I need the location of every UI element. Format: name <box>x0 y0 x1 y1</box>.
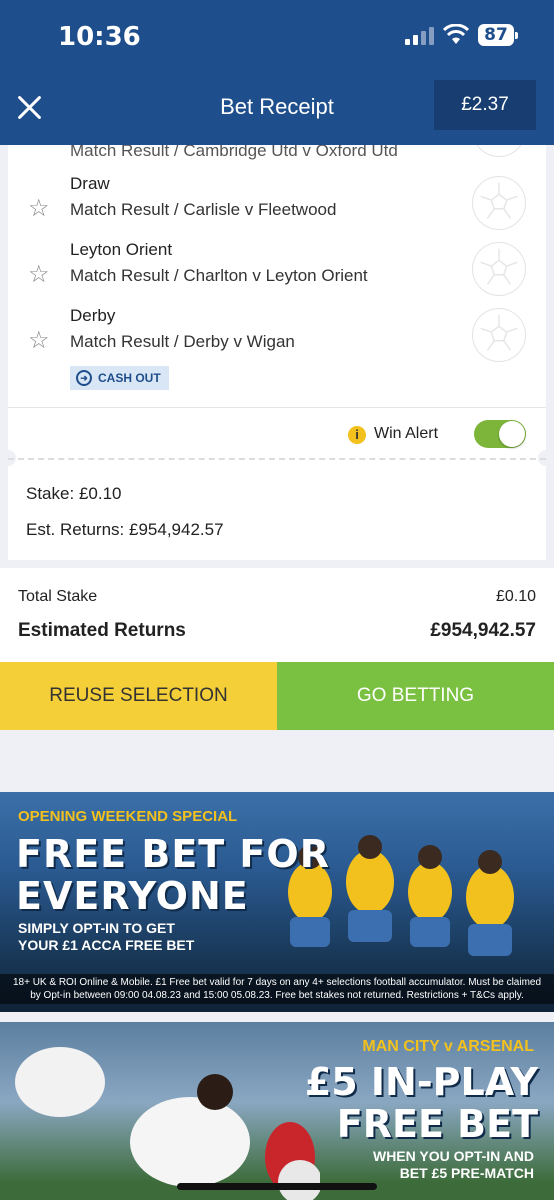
total-stake-value: £0.10 <box>495 588 536 605</box>
promo-banner-free-bet[interactable]: OPENING WEEKEND SPECIAL FREE BET FOR EVE… <box>0 792 554 1012</box>
promo-sub-2: BET £5 PRE-MATCH <box>399 1165 534 1181</box>
promo-headline-2: FREE BET <box>336 1102 538 1146</box>
estimated-returns-label: Estimated Returns <box>18 620 186 641</box>
estimated-returns-value: £954,942.57 <box>430 620 536 641</box>
selection-row: Match Result / Cambridge Utd v Oxford Ut… <box>8 145 546 173</box>
promo-terms: 18+ UK & ROI Online & Mobile. £1 Free be… <box>0 974 554 1004</box>
status-bar: 10:36 87 <box>0 0 554 70</box>
promo-sub-1: WHEN YOU OPT-IN AND <box>372 1148 534 1164</box>
promo-kicker: MAN CITY v ARSENAL <box>362 1038 534 1055</box>
returns-label: Est. Returns: <box>26 520 125 539</box>
go-betting-button[interactable]: GO BETTING <box>277 662 554 730</box>
stake-value: £0.10 <box>78 484 122 503</box>
bet-card: Match Result / Cambridge Utd v Oxford Ut… <box>8 145 546 560</box>
promo-headline-1: £5 IN-PLAY <box>304 1060 538 1104</box>
app-header: 10:36 87 Bet Receipt £2.37 <box>0 0 554 145</box>
info-icon: i <box>348 426 366 444</box>
football-icon <box>472 176 526 230</box>
battery-icon: 87 <box>478 24 518 46</box>
selection-name: Leyton Orient <box>70 240 173 259</box>
football-icon <box>472 145 526 157</box>
cash-out-badge[interactable]: ➜ CASH OUT <box>70 366 169 390</box>
selection-market: Match Result / Charlton v Leyton Orient <box>70 266 368 285</box>
promo-headline-1: FREE BET FOR <box>16 832 330 876</box>
promo-sub-2: YOUR £1 ACCA FREE BET <box>18 937 195 953</box>
reuse-selection-button[interactable]: REUSE SELECTION <box>0 662 277 730</box>
dashed-divider <box>8 458 546 460</box>
cash-out-label: CASH OUT <box>98 371 161 385</box>
win-alert: i Win Alert <box>348 420 526 448</box>
total-stake-label: Total Stake <box>18 588 98 605</box>
returns-row: Est. Returns: £954,942.57 <box>26 520 224 540</box>
promo-headline-2: EVERYONE <box>16 874 249 918</box>
selection-row: ☆ Derby Match Result / Derby v Wigan <box>8 304 546 364</box>
selection-row: ☆ Leyton Orient Match Result / Charlton … <box>8 238 546 298</box>
promo-kicker: OPENING WEEKEND SPECIAL <box>18 808 238 825</box>
star-icon[interactable]: ☆ <box>28 328 54 354</box>
promo-banner-in-play[interactable]: MAN CITY v ARSENAL £5 IN-PLAY FREE BET W… <box>0 1022 554 1200</box>
football-icon <box>472 308 526 362</box>
home-indicator[interactable] <box>177 1183 377 1190</box>
selection-name: Derby <box>70 306 116 325</box>
wifi-icon <box>443 24 469 44</box>
status-time: 10:36 <box>58 22 141 52</box>
divider <box>8 407 546 408</box>
win-alert-label: Win Alert <box>374 425 439 442</box>
selection-market: Match Result / Derby v Wigan <box>70 332 295 351</box>
promo-terms-line-1: 18+ UK & ROI Online & Mobile. £1 Free be… <box>12 977 542 988</box>
signal-icon <box>405 27 435 45</box>
selection-name: Draw <box>70 174 110 193</box>
totals-panel: Total Stake £0.10 Estimated Returns £954… <box>0 568 554 662</box>
nav-bar: Bet Receipt £2.37 <box>0 70 554 145</box>
football-icon <box>472 242 526 296</box>
players-image <box>288 835 514 956</box>
selection-market: Match Result / Cambridge Utd v Oxford Ut… <box>70 145 398 160</box>
stake-label: Stake: <box>26 484 75 503</box>
returns-value: £954,942.57 <box>129 520 224 539</box>
players-image <box>15 1047 320 1200</box>
selection-market: Match Result / Carlisle v Fleetwood <box>70 200 337 219</box>
star-icon[interactable]: ☆ <box>28 196 54 222</box>
stake-row: Stake: £0.10 <box>26 484 121 504</box>
cash-out-icon: ➜ <box>76 370 92 386</box>
promo-terms-line-2: by Opt-in between 09:00 04.08.23 and 15:… <box>30 990 524 1001</box>
balance-button[interactable]: £2.37 <box>434 80 536 130</box>
win-alert-toggle[interactable] <box>474 420 526 448</box>
star-icon[interactable]: ☆ <box>28 262 54 288</box>
selection-row: ☆ Draw Match Result / Carlisle v Fleetwo… <box>8 172 546 232</box>
promo-sub-1: SIMPLY OPT-IN TO GET <box>18 920 175 936</box>
